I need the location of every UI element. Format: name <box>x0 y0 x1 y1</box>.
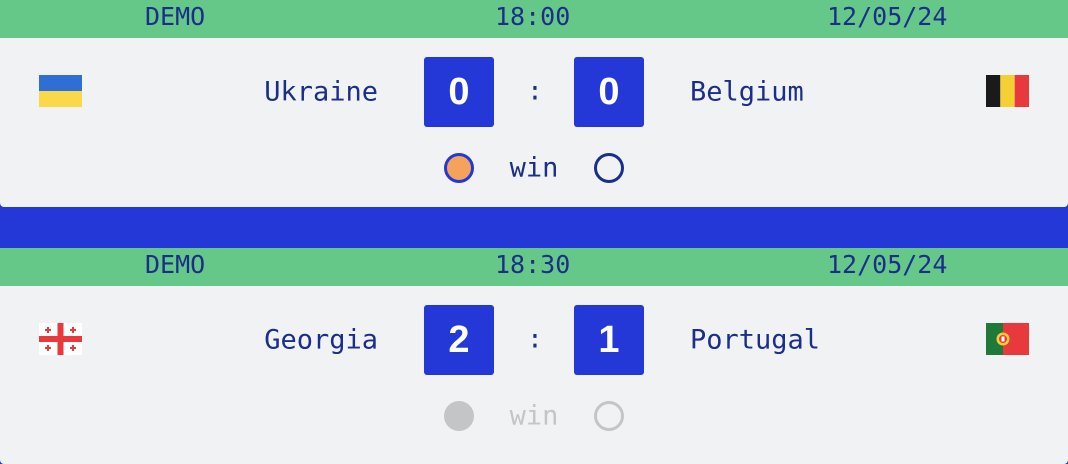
match-header: DEMO 18:30 12/05/24 <box>0 248 1068 286</box>
portugal-flag-icon <box>986 323 1029 355</box>
win-label: win <box>509 400 559 432</box>
match-time: 18:30 <box>495 250 571 279</box>
home-win-radio[interactable] <box>444 401 474 431</box>
home-score[interactable]: 2 <box>424 305 494 375</box>
home-win-radio[interactable] <box>444 153 474 183</box>
match-header: DEMO 18:00 12/05/24 <box>0 0 1068 38</box>
score-separator: : <box>527 76 543 107</box>
home-score[interactable]: 0 <box>424 57 494 127</box>
away-win-radio[interactable] <box>594 153 624 183</box>
match-mode-label: DEMO <box>145 250 206 279</box>
home-team-name: Georgia <box>264 324 378 356</box>
georgia-flag-icon <box>39 323 82 355</box>
match-mode-label: DEMO <box>145 2 206 31</box>
away-score[interactable]: 1 <box>574 305 644 375</box>
match-date: 12/05/24 <box>827 250 948 279</box>
score-separator: : <box>527 324 543 355</box>
away-team-name: Belgium <box>690 76 804 108</box>
away-score[interactable]: 0 <box>574 57 644 127</box>
match-date: 12/05/24 <box>827 2 948 31</box>
away-team-name: Portugal <box>690 324 821 356</box>
match-card: DEMO 18:30 12/05/24 Georgia 2 : 1 Portug… <box>0 248 1068 464</box>
ukraine-flag-icon <box>39 75 82 107</box>
belgium-flag-icon <box>986 75 1029 107</box>
win-label: win <box>509 152 559 184</box>
match-time: 18:00 <box>495 2 571 31</box>
match-card: DEMO 18:00 12/05/24 Ukraine 0 : 0 Belgiu… <box>0 0 1068 207</box>
home-team-name: Ukraine <box>264 76 378 108</box>
away-win-radio[interactable] <box>594 401 624 431</box>
